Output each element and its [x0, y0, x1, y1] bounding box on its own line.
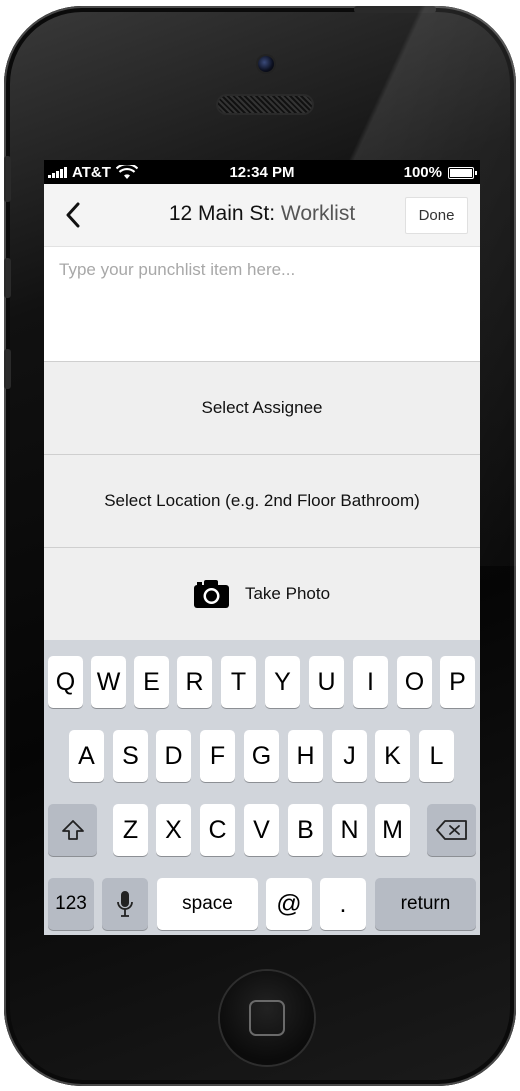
volume-down-button — [4, 349, 11, 389]
key-j[interactable]: J — [332, 730, 367, 782]
take-photo-button[interactable]: Take Photo — [44, 548, 480, 640]
keyboard: Q W E R T Y U I O P A S D F G H J K L Z … — [44, 640, 480, 935]
key-y[interactable]: Y — [265, 656, 300, 708]
key-m[interactable]: M — [375, 804, 410, 856]
camera-icon — [193, 580, 229, 608]
page-title-sub: Worklist — [280, 202, 356, 225]
key-f[interactable]: F — [200, 730, 235, 782]
key-s[interactable]: S — [113, 730, 148, 782]
key-n[interactable]: N — [332, 804, 367, 856]
key-x[interactable]: X — [156, 804, 191, 856]
screen: AT&T 12:34 PM 100% 12 Main St: Worklist … — [44, 160, 480, 935]
backspace-key[interactable] — [427, 804, 476, 856]
microphone-icon — [117, 891, 133, 917]
at-key[interactable]: @ — [266, 878, 312, 930]
dot-key[interactable]: . — [320, 878, 366, 930]
take-photo-label: Take Photo — [244, 584, 331, 603]
key-v[interactable]: V — [244, 804, 279, 856]
shift-icon — [61, 820, 84, 840]
home-square-icon — [249, 1000, 285, 1036]
key-i[interactable]: I — [353, 656, 388, 708]
key-w[interactable]: W — [91, 656, 126, 708]
dictation-key[interactable] — [102, 878, 148, 930]
return-key[interactable]: return — [375, 878, 476, 930]
space-key[interactable]: space — [157, 878, 258, 930]
select-assignee-label: Select Assignee — [201, 398, 323, 417]
key-p[interactable]: P — [440, 656, 475, 708]
key-e[interactable]: E — [134, 656, 169, 708]
front-camera — [258, 56, 274, 72]
shift-key[interactable] — [48, 804, 97, 856]
key-t[interactable]: T — [221, 656, 256, 708]
key-d[interactable]: D — [156, 730, 191, 782]
key-z[interactable]: Z — [113, 804, 148, 856]
select-assignee-button[interactable]: Select Assignee — [44, 362, 480, 455]
key-r[interactable]: R — [177, 656, 212, 708]
punchlist-input[interactable]: Type your punchlist item here... — [44, 247, 480, 362]
select-location-label: Select Location (e.g. 2nd Floor Bathroom… — [104, 491, 420, 510]
done-button[interactable]: Done — [405, 197, 468, 234]
page-title-main: 12 Main St: — [168, 202, 281, 225]
status-bar: AT&T 12:34 PM 100% — [44, 160, 480, 184]
key-l[interactable]: L — [419, 730, 454, 782]
battery-icon — [448, 166, 477, 179]
punchlist-input-placeholder: Type your punchlist item here... — [59, 260, 296, 279]
backspace-icon — [435, 820, 467, 840]
earpiece-speaker — [218, 96, 312, 113]
key-b[interactable]: B — [288, 804, 323, 856]
volume-up-button — [4, 258, 11, 298]
key-a[interactable]: A — [69, 730, 104, 782]
select-location-button[interactable]: Select Location (e.g. 2nd Floor Bathroom… — [44, 455, 480, 548]
key-h[interactable]: H — [288, 730, 323, 782]
home-button[interactable] — [220, 971, 314, 1065]
key-q[interactable]: Q — [48, 656, 83, 708]
nav-bar: 12 Main St: Worklist Done — [44, 184, 480, 247]
key-u[interactable]: U — [309, 656, 344, 708]
numbers-key[interactable]: 123 — [48, 878, 94, 930]
battery-percent: 100% — [403, 164, 442, 181]
key-g[interactable]: G — [244, 730, 279, 782]
mute-switch — [4, 156, 11, 202]
power-button — [354, 6, 436, 13]
key-k[interactable]: K — [375, 730, 410, 782]
key-c[interactable]: C — [200, 804, 235, 856]
key-o[interactable]: O — [397, 656, 432, 708]
